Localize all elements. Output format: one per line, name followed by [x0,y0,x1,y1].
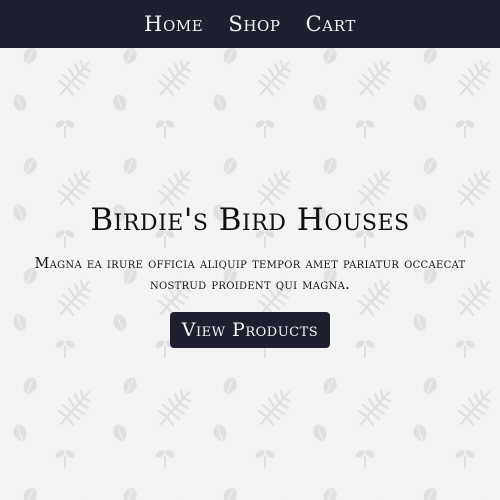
top-navbar: Home Shop Cart [0,0,500,48]
hero-description: Magna ea irure officia aliquip tempor am… [34,256,466,293]
nav-link-shop[interactable]: Shop [228,0,280,48]
view-products-button[interactable]: View Products [169,312,331,348]
nav-link-home[interactable]: Home [144,0,203,48]
hero-title: Birdie's Bird Houses [90,202,410,238]
hero-section: Birdie's Bird Houses Magna ea irure offi… [0,190,500,348]
nav-link-cart[interactable]: Cart [306,0,356,48]
